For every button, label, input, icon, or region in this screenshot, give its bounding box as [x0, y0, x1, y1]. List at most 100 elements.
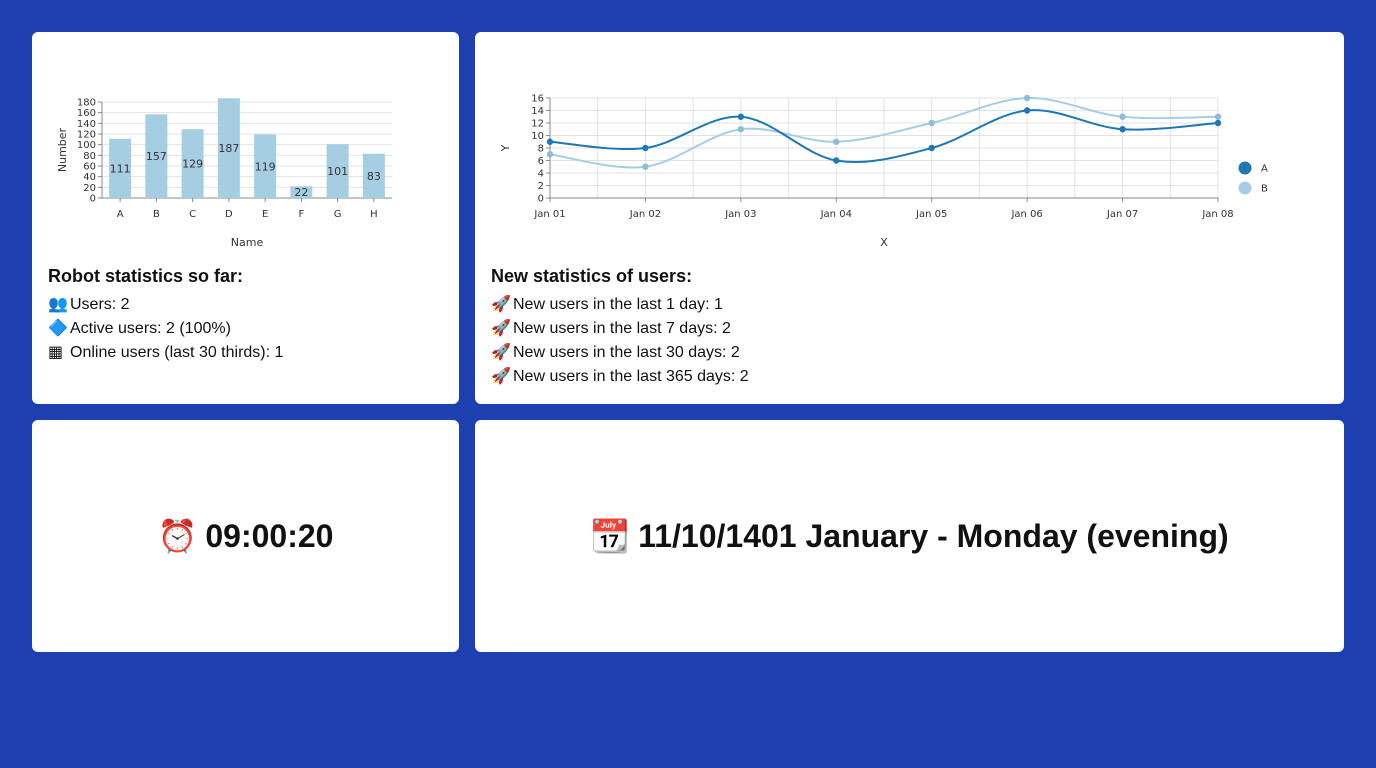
x-tick-label: C: [189, 209, 196, 220]
stat-text: New users in the last 365 days: 2: [513, 368, 749, 385]
alarm-clock-icon: ⏰: [157, 518, 198, 554]
y-tick-label: 20: [83, 183, 96, 194]
diamond-icon: 🔷: [48, 320, 68, 337]
new-users-stats: New statistics of users: 🚀 New users in t…: [491, 266, 749, 389]
stat-text: New users in the last 1 day: 1: [513, 296, 723, 313]
stat-new-users-7-days: 🚀 New users in the last 7 days: 2: [491, 317, 749, 341]
x-tick-label: Jan 03: [724, 209, 756, 220]
calendar-icon: 📆: [590, 518, 631, 554]
bar-value-label: 157: [146, 150, 167, 163]
signal-bars-icon: ▦: [48, 344, 64, 361]
y-tick-label: 2: [538, 181, 544, 192]
x-tick-label: Jan 02: [629, 209, 661, 220]
x-tick-label: F: [298, 209, 304, 220]
bar-value-label: 111: [110, 162, 131, 175]
bar-value-label: 187: [218, 142, 239, 155]
x-axis-label: X: [880, 236, 888, 249]
stat-online-users: ▦ Online users (last 30 thirds): 1: [48, 341, 283, 365]
y-tick-label: 12: [531, 119, 544, 130]
y-tick-label: 180: [77, 98, 96, 109]
bar-value-label: 22: [294, 186, 308, 199]
stat-new-users-1-day: 🚀 New users in the last 1 day: 1: [491, 293, 749, 317]
y-tick-label: 120: [77, 130, 96, 141]
y-tick-label: 14: [531, 106, 544, 117]
data-point-A: [1214, 119, 1222, 127]
y-tick-label: 140: [77, 119, 96, 130]
data-point-A: [1023, 107, 1031, 114]
y-tick-label: 160: [77, 108, 96, 119]
stat-new-users-30-days: 🚀 New users in the last 30 days: 2: [491, 341, 749, 365]
x-tick-label: Jan 04: [820, 209, 852, 220]
stat-new-users-365-days: 🚀 New users in the last 365 days: 2: [491, 365, 749, 389]
legend-marker-B: [1238, 181, 1252, 195]
data-point-A: [928, 144, 935, 152]
bar-value-label: 129: [182, 158, 203, 171]
x-tick-label: E: [262, 209, 268, 220]
stat-text: New users in the last 7 days: 2: [513, 320, 731, 337]
data-point-A: [1119, 126, 1126, 133]
y-tick-label: 10: [531, 131, 544, 142]
x-tick-label: B: [153, 209, 160, 220]
y-tick-label: 0: [90, 194, 96, 205]
bar-value-label: 119: [255, 160, 276, 173]
data-point-B: [642, 163, 649, 170]
line-chart: 0 24 68 1012 1416 Jan 01 Jan 02 Jan 03 Jan 04 Jan…: [499, 94, 1268, 250]
date-text: 11/10/1401 January - Monday (evening): [638, 517, 1229, 554]
data-point-B: [1119, 113, 1126, 120]
legend-marker-A: [1238, 161, 1252, 175]
data-point-B: [928, 119, 935, 127]
data-point-A: [737, 113, 745, 120]
stat-active-users-text: Active users: 2 (100%): [70, 320, 231, 337]
x-tick-label: H: [370, 209, 378, 220]
x-tick-label: Jan 05: [915, 209, 947, 220]
x-tick-label: G: [334, 209, 342, 220]
date-card: 📆 11/10/1401 January - Monday (evening): [475, 420, 1344, 652]
x-tick-label: Jan 01: [533, 209, 565, 220]
bar-value-label: 101: [327, 165, 348, 178]
data-point-B: [1214, 113, 1222, 120]
stat-users: 👥 Users: 2: [48, 293, 283, 317]
data-point-B: [1023, 94, 1031, 102]
y-tick-label: 40: [83, 172, 96, 183]
robot-stats: Robot statistics so far: 👥 Users: 2 🔷 Acti…: [48, 266, 283, 365]
data-point-B: [833, 138, 840, 145]
rocket-icon: 🚀: [491, 320, 511, 337]
y-tick-label: 0: [538, 194, 544, 205]
stat-text: New users in the last 30 days: 2: [513, 344, 740, 361]
robot-stats-card: 0 20 40 60 80 100 120 140 160 180 111 A 157 B 129 C 187 D…: [32, 32, 459, 404]
x-axis-label: Name: [231, 236, 264, 249]
data-point-A: [546, 138, 554, 145]
y-tick-label: 60: [83, 162, 96, 173]
stat-active-users: 🔷 Active users: 2 (100%): [48, 317, 283, 341]
stat-online-users-text: Online users (last 30 thirds): 1: [70, 344, 284, 361]
y-tick-label: 80: [83, 151, 96, 162]
x-tick-label: Jan 06: [1010, 209, 1042, 220]
users-icon: 👥: [48, 296, 68, 313]
legend-label: A: [1261, 164, 1268, 175]
x-tick-label: Jan 07: [1106, 209, 1138, 220]
y-tick-label: 6: [538, 156, 544, 167]
y-tick-label: 8: [538, 144, 544, 155]
bar-value-label: 83: [367, 170, 381, 183]
y-tick-label: 100: [77, 140, 96, 151]
clock-display: ⏰ 09:00:20: [32, 420, 459, 652]
y-axis-label: Number: [56, 127, 69, 172]
bar-chart: 020406080100120140160180 111 A 157 B 129 C 187 D…: [56, 98, 392, 249]
legend-label: B: [1261, 184, 1268, 195]
robot-stats-title: Robot statistics so far:: [48, 266, 244, 286]
date-display: 📆 11/10/1401 January - Monday (evening): [475, 420, 1344, 652]
y-tick-label: 4: [538, 169, 544, 180]
rocket-icon: 🚀: [491, 296, 511, 313]
data-point-B: [737, 126, 745, 133]
data-point-A: [833, 157, 840, 164]
data-point-A: [642, 144, 649, 152]
y-axis-label: Y: [499, 144, 512, 152]
x-tick-label: Jan 08: [1201, 209, 1233, 220]
stat-users-text: Users: 2: [70, 296, 130, 313]
new-users-card: 0 2 4 6 8 10 12 14 16 Jan 01 Jan 02 Jan 03 Jan 04 Jan…: [475, 32, 1344, 404]
new-users-stats-title: New statistics of users:: [491, 266, 693, 286]
clock-card: ⏰ 09:00:20: [32, 420, 459, 652]
rocket-icon: 🚀: [491, 368, 511, 385]
rocket-icon: 🚀: [491, 344, 511, 361]
x-tick-label: D: [225, 209, 233, 220]
